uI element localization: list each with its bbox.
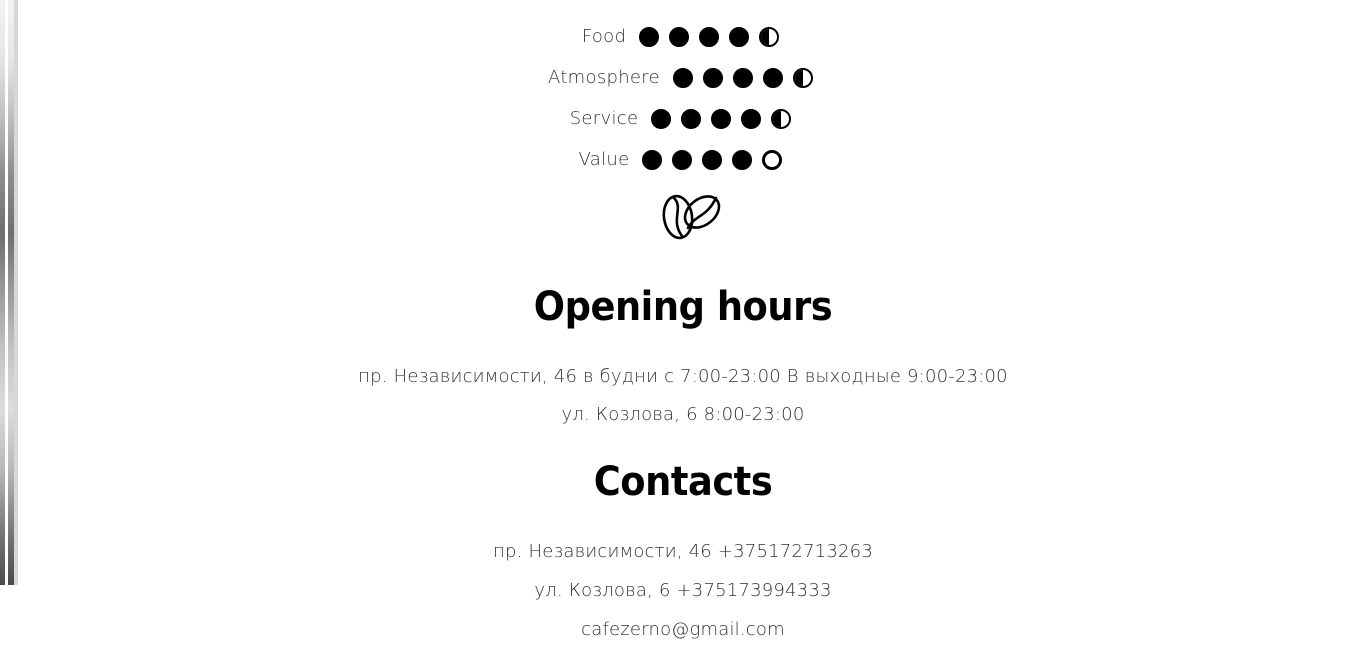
contacts-title: Contacts	[593, 459, 773, 505]
ratings-list: Food Atmosphere Service Value	[0, 16, 1366, 180]
hours-line: ул. Козлова, 6 8:00-23:00	[561, 404, 805, 425]
rating-dot-full	[639, 26, 660, 47]
rating-dot-full	[642, 149, 663, 170]
rating-row-value: Value	[0, 139, 1366, 180]
contact-line: пр. Независимости, 46 +375172713263	[493, 541, 873, 562]
rating-row-atmosphere: Atmosphere	[0, 57, 1366, 98]
rating-dots	[637, 149, 787, 170]
rating-dot-empty	[762, 149, 783, 170]
rating-dot-full	[711, 108, 732, 129]
rating-dot-full	[741, 108, 762, 129]
rating-label: Food	[581, 26, 627, 47]
rating-dot-full	[702, 149, 723, 170]
page: Food Atmosphere Service Value Opening ho…	[0, 0, 1366, 652]
rating-row-food: Food	[0, 16, 1366, 57]
contact-email[interactable]: cafezerno@gmail.com	[0, 619, 1366, 640]
opening-hours-title: Opening hours	[533, 284, 833, 330]
rating-dot-full	[762, 67, 783, 88]
rating-dot-half	[759, 26, 780, 47]
rating-dot-full	[729, 26, 750, 47]
rating-label: Atmosphere	[548, 67, 660, 88]
contact-line: ул. Козлова, 6 +375173994333	[534, 580, 832, 601]
rating-row-service: Service	[0, 98, 1366, 139]
rating-dot-half	[792, 67, 813, 88]
rating-dot-full	[669, 26, 690, 47]
rating-dot-full	[732, 67, 753, 88]
rating-dot-full	[651, 108, 672, 129]
rating-dot-full	[672, 149, 693, 170]
rating-label: Value	[578, 149, 630, 170]
rating-dot-full	[672, 67, 693, 88]
coffee-beans-icon	[662, 194, 721, 240]
rating-dots	[634, 26, 784, 47]
rating-dot-full	[702, 67, 723, 88]
rating-dot-half	[771, 108, 792, 129]
rating-dots	[646, 108, 796, 129]
rating-dot-full	[699, 26, 720, 47]
rating-dot-full	[681, 108, 702, 129]
rating-dot-full	[732, 149, 753, 170]
rating-label: Service	[569, 108, 639, 129]
rating-dots	[668, 67, 818, 88]
hours-line: пр. Независимости, 46 в будни с 7:00-23:…	[358, 366, 1008, 387]
